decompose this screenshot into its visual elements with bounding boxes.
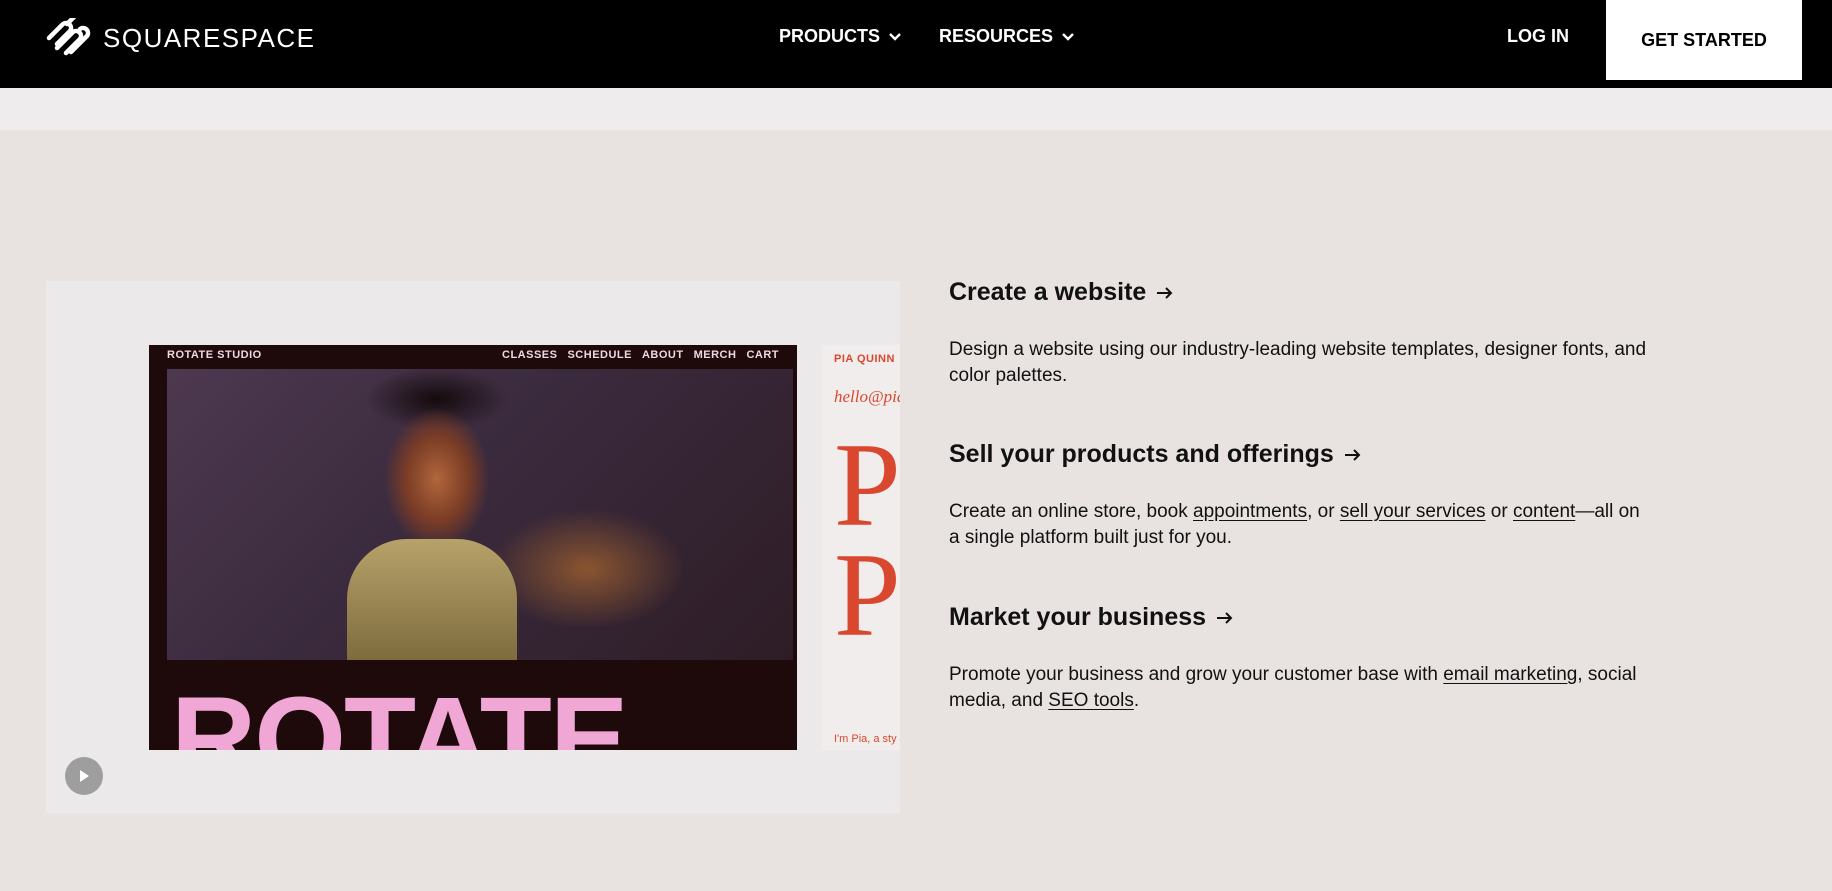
preview-navbar: ROTATE STUDIO CLASSES SCHEDULE ABOUT MER… bbox=[167, 347, 779, 363]
preview-menu-item: CLASSES bbox=[502, 349, 558, 361]
feature-title: Market your business bbox=[949, 603, 1207, 631]
desc-text: . bbox=[1133, 690, 1140, 711]
play-icon bbox=[80, 770, 89, 782]
preview2-letter: P bbox=[834, 418, 900, 551]
arrow-right-icon bbox=[1217, 611, 1233, 624]
product-video-panel: ROTATE STUDIO CLASSES SCHEDULE ABOUT MER… bbox=[46, 281, 900, 813]
preview2-email: hello@pia- bbox=[834, 387, 900, 406]
feature-title-link[interactable]: Create a website bbox=[949, 278, 1669, 307]
brand-name: SQUARESPACE bbox=[103, 22, 316, 53]
feature-title: Create a website bbox=[949, 278, 1147, 306]
pia-quinn-preview: PIA QUINN hello@pia- P P I'm Pia, a sty bbox=[822, 345, 900, 750]
rotate-studio-preview: ROTATE STUDIO CLASSES SCHEDULE ABOUT MER… bbox=[149, 345, 797, 750]
feature-description: Create an online store, book appointment… bbox=[949, 499, 1649, 551]
preview-menu-item: ABOUT bbox=[641, 349, 684, 361]
preview-menu-item: CART bbox=[746, 349, 779, 361]
model-photo bbox=[167, 369, 793, 660]
feature-sell-products: Sell your products and offerings Create … bbox=[949, 440, 1669, 551]
desc-text: Create an online store, book bbox=[949, 501, 1193, 522]
feature-title-link[interactable]: Sell your products and offerings bbox=[949, 440, 1669, 469]
desc-text: , or bbox=[1307, 501, 1340, 522]
preview-brand: ROTATE STUDIO bbox=[167, 349, 262, 361]
feature-title: Sell your products and offerings bbox=[949, 440, 1334, 468]
preview-menu: CLASSES SCHEDULE ABOUT MERCH CART bbox=[502, 349, 779, 361]
appointments-link[interactable]: appointments bbox=[1193, 501, 1307, 522]
play-button[interactable] bbox=[65, 757, 103, 795]
preview2-letter: P bbox=[834, 528, 900, 661]
arrow-right-icon bbox=[1157, 286, 1173, 299]
brand-logo[interactable]: SQUARESPACE bbox=[45, 18, 316, 58]
chevron-down-icon bbox=[1062, 32, 1074, 41]
nav-resources[interactable]: RESOURCES bbox=[939, 26, 1075, 47]
desc-text: Promote your business and grow your cust… bbox=[949, 664, 1444, 685]
sell-services-link[interactable]: sell your services bbox=[1340, 501, 1486, 522]
preview-menu-item: SCHEDULE bbox=[567, 349, 632, 361]
seo-tools-link[interactable]: SEO tools bbox=[1048, 690, 1134, 711]
feature-description: Promote your business and grow your cust… bbox=[949, 662, 1649, 714]
get-started-button[interactable]: GET STARTED bbox=[1606, 0, 1802, 80]
header-subbar bbox=[0, 88, 1832, 130]
login-link[interactable]: LOG IN bbox=[1507, 26, 1569, 47]
feature-title-link[interactable]: Market your business bbox=[949, 603, 1669, 632]
content-link[interactable]: content bbox=[1513, 501, 1575, 522]
arrow-right-icon bbox=[1344, 448, 1361, 461]
nav-products-label: PRODUCTS bbox=[779, 26, 881, 46]
chevron-down-icon bbox=[889, 32, 901, 41]
top-navigation: SQUARESPACE PRODUCTS RESOURCES LOG IN GE… bbox=[0, 0, 1832, 88]
squarespace-logo-icon bbox=[46, 18, 91, 56]
feature-market-business: Market your business Promote your busine… bbox=[949, 603, 1669, 714]
email-marketing-link[interactable]: email marketing bbox=[1443, 664, 1577, 685]
feature-create-website: Create a website Design a website using … bbox=[949, 278, 1669, 389]
nav-resources-label: RESOURCES bbox=[939, 26, 1054, 46]
feature-description: Design a website using our industry-lead… bbox=[949, 339, 1647, 386]
preview-menu-item: MERCH bbox=[693, 349, 737, 361]
preview-headline: ROTATE bbox=[171, 673, 629, 750]
preview2-footer: I'm Pia, a sty bbox=[834, 733, 897, 745]
desc-text: or bbox=[1485, 501, 1513, 522]
photo-figure bbox=[347, 539, 517, 660]
preview2-name: PIA QUINN bbox=[834, 353, 895, 365]
nav-products[interactable]: PRODUCTS bbox=[779, 26, 902, 47]
